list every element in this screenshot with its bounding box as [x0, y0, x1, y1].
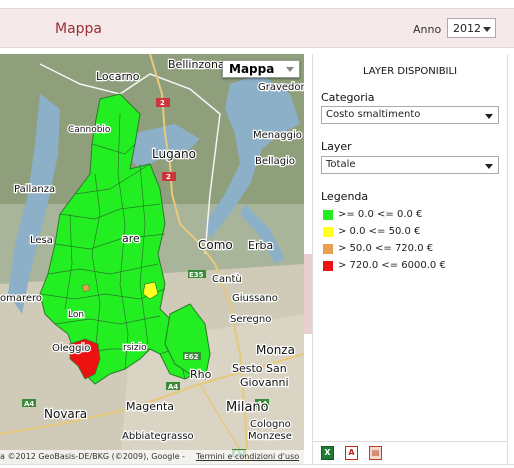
place-label-gravedona: Gravedona	[258, 82, 304, 93]
svg-text:A4: A4	[24, 400, 34, 408]
place-label-giussano: Giussano	[232, 293, 278, 304]
place-label-cantu: Cantù	[212, 273, 242, 285]
legend-label: Legenda	[321, 190, 369, 203]
place-label-pallanza: Pallanza	[14, 184, 55, 195]
top-bar: Mappa Anno 2012	[0, 0, 514, 52]
place-label-varese: are	[122, 232, 140, 245]
place-label-milano: Milano	[226, 400, 269, 415]
map-type-selector[interactable]: Mappa	[222, 60, 300, 78]
place-label-lugano: Lugano	[152, 147, 196, 161]
svg-text:E35: E35	[189, 271, 204, 279]
place-label-sesto: Sesto San	[232, 362, 287, 375]
print-icon[interactable]: ▤	[369, 446, 382, 460]
terms-link[interactable]: Termini e condizioni d'uso	[196, 452, 299, 461]
panel-footer: X A ▤	[313, 441, 507, 464]
title-bar: Mappa Anno 2012	[0, 8, 514, 48]
place-label-bellinzona: Bellinzona	[168, 58, 225, 71]
place-label-monza: Monza	[256, 343, 295, 357]
layer-value: Totale	[326, 159, 356, 170]
bottom-border	[0, 464, 514, 468]
legend-swatch	[323, 227, 333, 237]
place-label-novara: Novara	[44, 407, 87, 421]
year-value: 2012	[453, 22, 481, 35]
legend-swatch	[323, 261, 333, 271]
place-label-rho: Rho	[190, 368, 212, 381]
place-label-arsizio: rsizio	[123, 343, 147, 353]
layer-label: Layer	[321, 140, 352, 153]
chevron-down-icon	[286, 67, 294, 72]
excel-export-icon[interactable]: X	[321, 446, 334, 460]
panel-splitter[interactable]	[304, 54, 312, 464]
category-value: Costo smaltimento	[326, 109, 421, 120]
place-label-magenta: Magenta	[126, 400, 174, 413]
category-label: Categoria	[321, 91, 375, 104]
map-attribution: a ©2012 GeoBasis-DE/BKG (©2009), Google …	[0, 450, 304, 464]
chevron-down-icon	[485, 164, 493, 169]
place-label-cannobio: Cannobio	[68, 125, 111, 135]
place-label-monzese: Monzese	[248, 431, 292, 442]
place-label-omarero: omarero	[0, 293, 42, 304]
place-label-bellagio: Bellagio	[255, 156, 295, 167]
place-label-seregno: Seregno	[230, 314, 271, 325]
layer-select[interactable]: Totale	[321, 156, 499, 174]
page-title: Mappa	[55, 21, 103, 37]
panel-title: LAYER DISPONIBILI	[362, 66, 458, 77]
legend-text: > 720.0 <= 6000.0 €	[338, 260, 446, 271]
place-label-como: Como	[198, 238, 233, 252]
place-label-lonate: Lon	[68, 310, 84, 320]
legend-text: >= 0.0 <= 0.0 €	[338, 209, 423, 220]
place-label-giovanni: Giovanni	[240, 376, 289, 389]
place-label-abbiategrasso: Abbiategrasso	[122, 431, 194, 442]
year-label: Anno	[413, 23, 442, 36]
year-select[interactable]: 2012	[447, 18, 496, 38]
pdf-export-icon[interactable]: A	[345, 446, 358, 460]
place-label-cologno: Cologno	[250, 419, 291, 430]
layers-panel: LAYER DISPONIBILI Categoria Costo smalti…	[312, 54, 508, 464]
place-label-erba: Erba	[248, 239, 273, 252]
place-label-lesa: Lesa	[30, 235, 53, 246]
map-view[interactable]: 2 2 E35 E62 A4 A4 A4 A1 Bellinzona Locar…	[0, 54, 304, 464]
category-select[interactable]: Costo smaltimento	[321, 106, 499, 124]
legend-text: > 0.0 <= 50.0 €	[338, 226, 421, 237]
chevron-down-icon	[483, 27, 491, 32]
attribution-text: a ©2012 GeoBasis-DE/BKG (©2009), Google …	[0, 452, 185, 461]
legend-text: > 50.0 <= 720.0 €	[338, 243, 434, 254]
svg-text:A4: A4	[168, 383, 178, 391]
splitter-grip[interactable]	[304, 254, 312, 334]
svg-text:E62: E62	[184, 353, 199, 361]
map-canvas[interactable]: 2 2 E35 E62 A4 A4 A4 A1 Bellinzona Locar…	[0, 54, 304, 464]
svg-text:2: 2	[166, 173, 171, 181]
place-label-oleggio: Oleggio	[52, 343, 90, 354]
place-label-menaggio: Menaggio	[253, 130, 302, 141]
chevron-down-icon	[485, 114, 493, 119]
place-label-locarno: Locarno	[96, 70, 140, 83]
legend-swatch	[323, 244, 333, 254]
legend-swatch	[323, 210, 333, 220]
svg-text:2: 2	[160, 99, 165, 107]
map-type-label: Mappa	[229, 62, 275, 76]
